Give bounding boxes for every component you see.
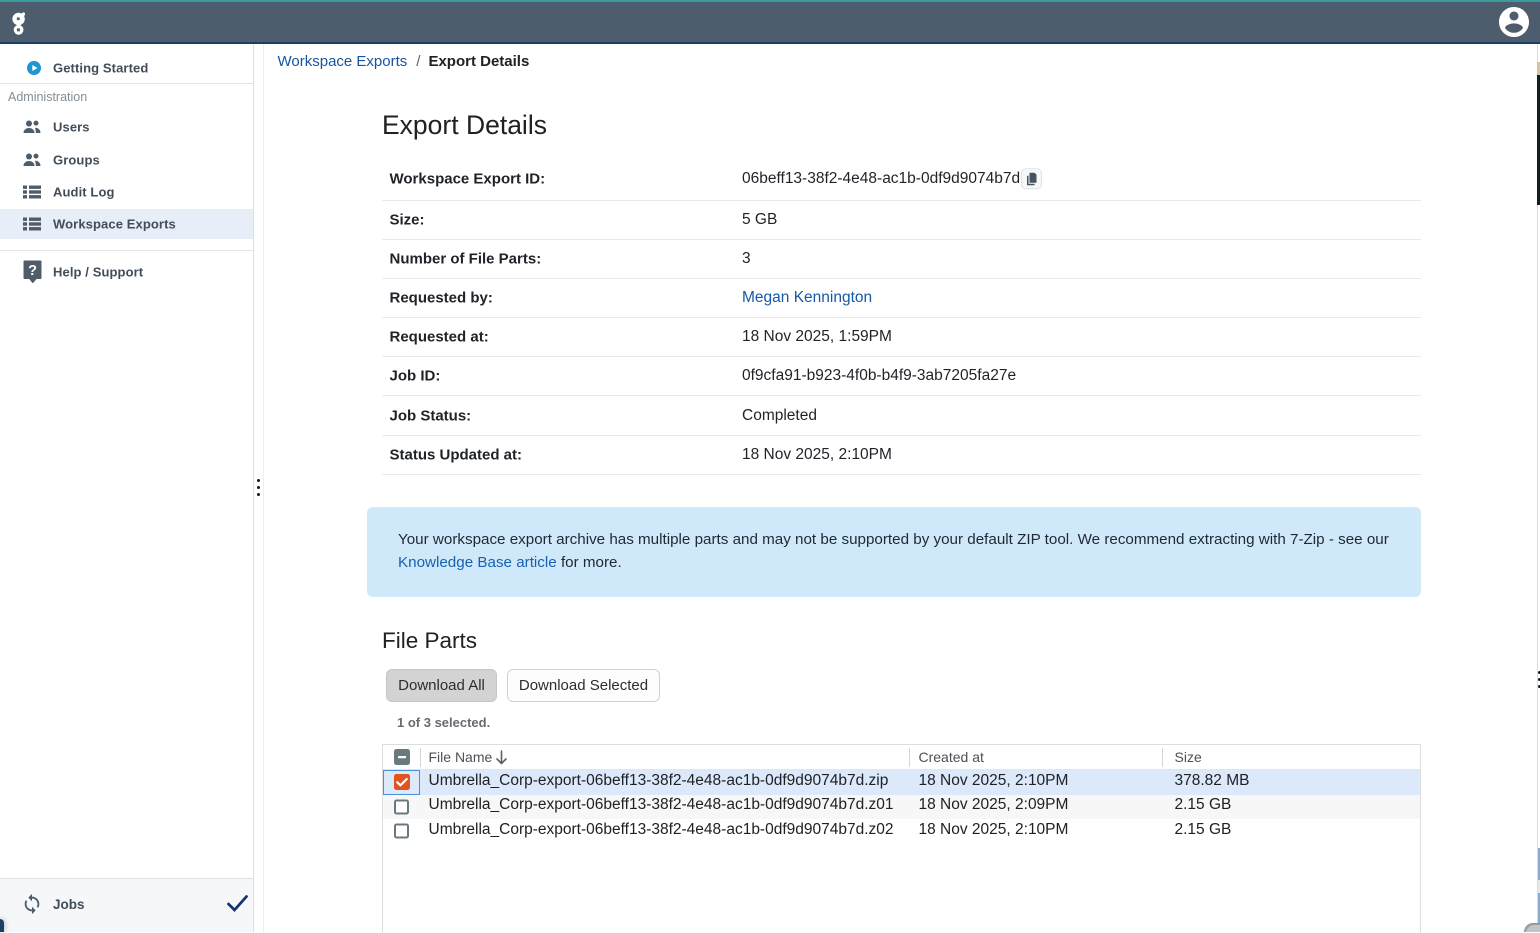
svg-text:?: ? (28, 263, 37, 279)
